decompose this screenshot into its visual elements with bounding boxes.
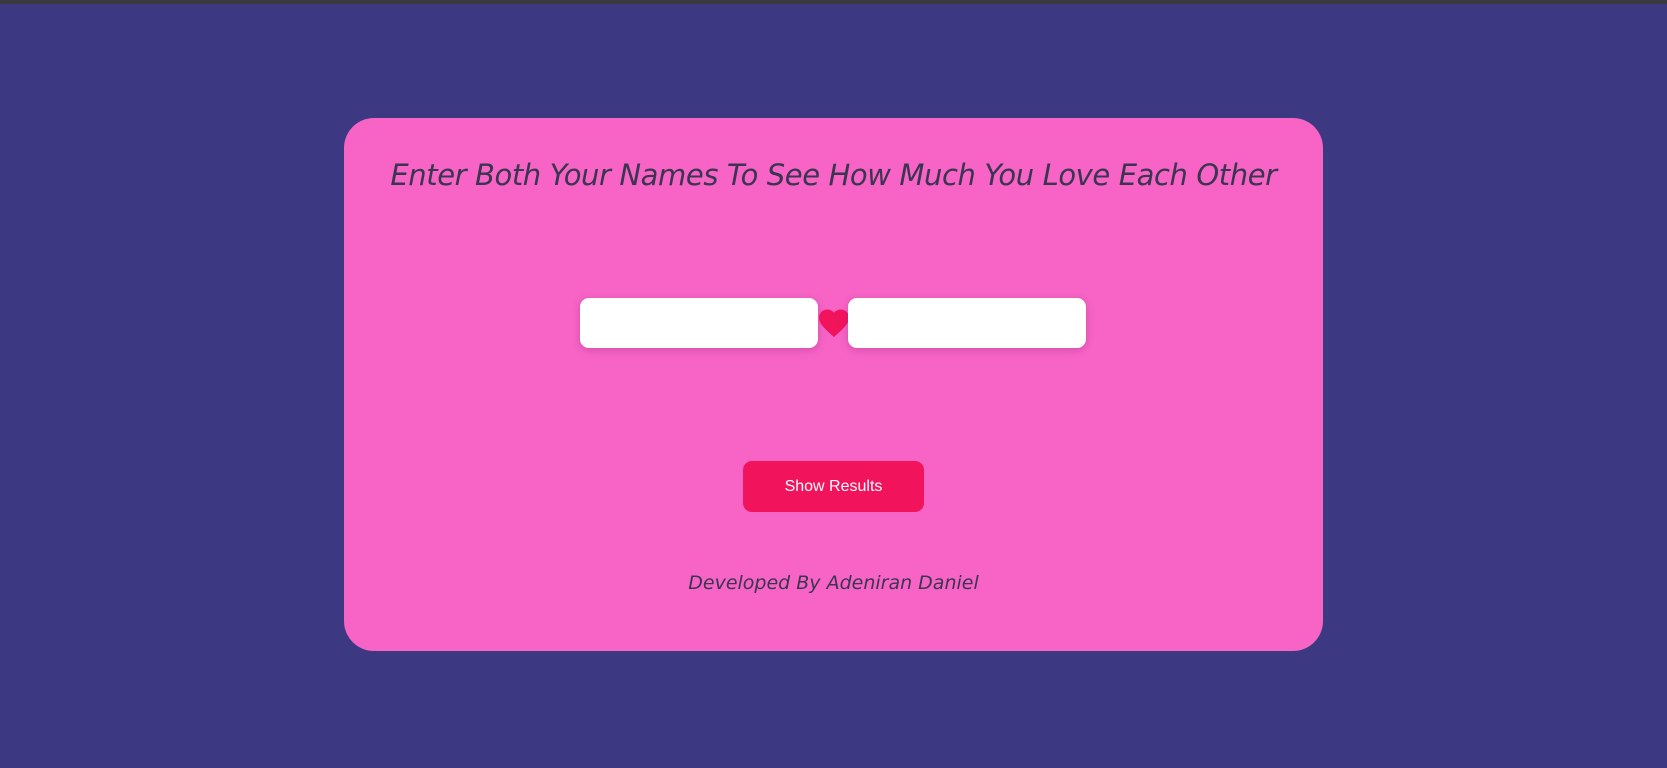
love-calculator-card: Enter Both Your Names To See How Much Yo… <box>344 118 1323 651</box>
second-name-input[interactable] <box>848 298 1086 348</box>
window-top-border <box>0 0 1667 4</box>
developer-credit: Developed By Adeniran Daniel <box>688 572 979 594</box>
name-input-row <box>580 298 1090 348</box>
show-results-button[interactable]: Show Results <box>743 461 924 512</box>
first-name-input[interactable] <box>580 298 818 348</box>
page-title: Enter Both Your Names To See How Much Yo… <box>390 158 1277 192</box>
heart-icon <box>816 305 852 341</box>
